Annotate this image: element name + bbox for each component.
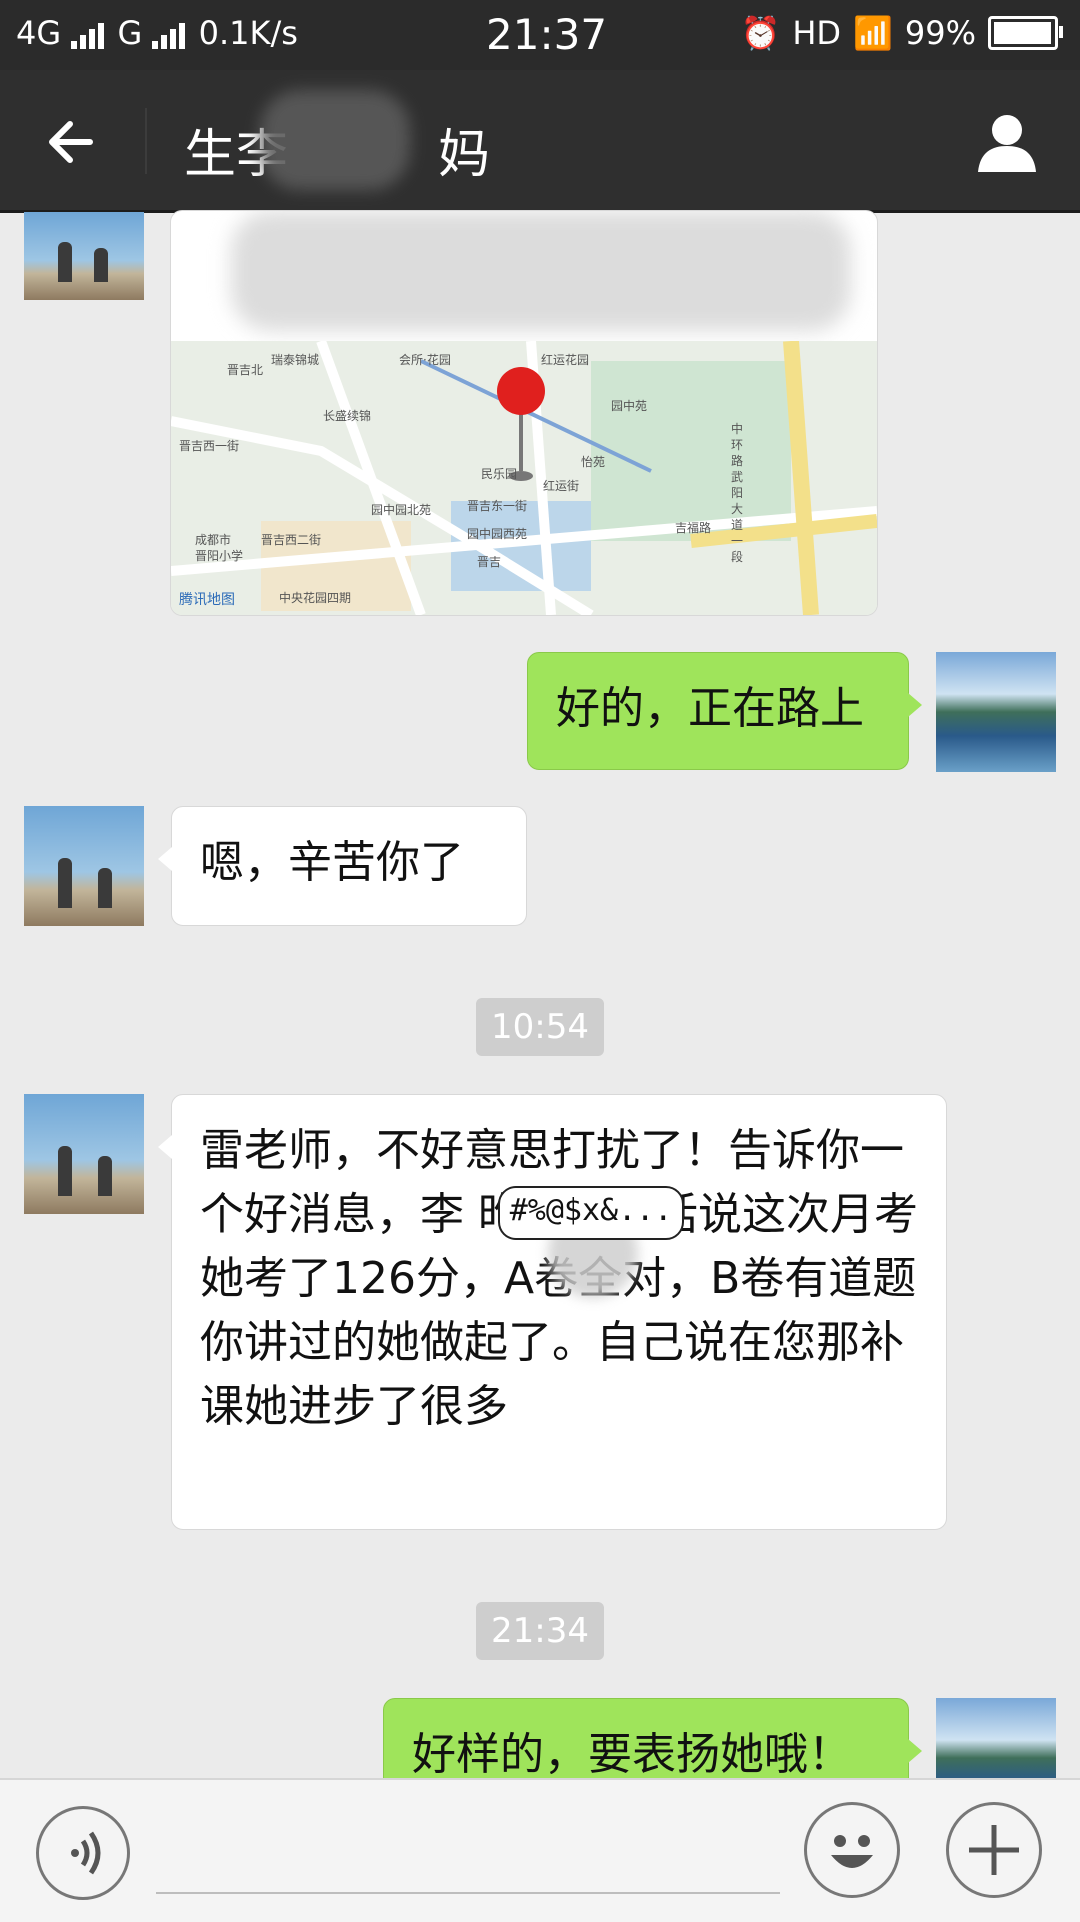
alarm-icon: ⏰: [740, 14, 781, 52]
map-label: 晋吉: [477, 555, 502, 569]
map-label: 吉福路: [675, 521, 712, 535]
map-label: 晋吉西一街: [179, 439, 240, 453]
map-label: 中央花园四期: [279, 591, 352, 605]
location-card[interactable]: 瑞泰锦城 会所·花园 红运花园 园中苑 长盛续锦 晋吉西一街 民乐园 怡苑 园中…: [170, 210, 878, 616]
status-icons: ⏰ HD 📶 99%: [740, 14, 1063, 52]
map-label: 怡苑: [581, 455, 606, 469]
voice-icon[interactable]: [36, 1806, 130, 1900]
status-bar: 4G G 0.1K/s 21:37 ⏰ HD 📶 99%: [0, 0, 1080, 70]
map-label: 会所·花园: [399, 353, 451, 367]
message-bubble-in[interactable]: 嗯，辛苦你了: [158, 806, 527, 926]
battery-icon: [988, 16, 1063, 50]
map-roads: [171, 341, 877, 615]
map-label: 红运街: [543, 479, 580, 493]
hd-label: HD: [792, 14, 842, 52]
battery-percent: 99%: [904, 14, 976, 52]
network-type-2: G: [117, 14, 143, 52]
map-label: 中环路武阳大道一段: [731, 422, 744, 564]
redaction-blur: [260, 90, 410, 190]
signal-icon-2: [152, 21, 188, 49]
avatar[interactable]: [24, 806, 144, 926]
my-avatar[interactable]: [936, 652, 1056, 772]
redaction-blur: [231, 211, 851, 331]
map-label: 晋吉东一街: [467, 499, 528, 513]
emoji-icon[interactable]: [804, 1802, 900, 1898]
redaction-scribble: #%@$x&...: [498, 1186, 684, 1240]
wifi-icon: 📶: [853, 14, 893, 52]
avatar[interactable]: [24, 1094, 144, 1214]
chat-title-suffix: 妈: [438, 125, 491, 185]
signal-icon: [71, 21, 107, 49]
map-label: 晋阳小学: [195, 549, 244, 563]
timestamp: 10:54: [476, 998, 604, 1056]
person-icon[interactable]: [972, 106, 1042, 176]
message-input[interactable]: [156, 1892, 780, 1894]
map-label: 晋吉北: [227, 363, 264, 377]
map-label: 园中苑: [611, 399, 648, 413]
message-bubble-out[interactable]: 好的，正在路上: [527, 652, 922, 770]
map-label: 红运花园: [541, 353, 590, 367]
map-credit: 腾讯地图: [179, 592, 235, 608]
network-type: 4G: [16, 14, 62, 52]
clock: 21:37: [486, 10, 608, 59]
timestamp: 21:34: [476, 1602, 604, 1660]
map-label: 晋吉西二街: [261, 533, 322, 547]
map-label: 长盛续锦: [323, 409, 372, 423]
message-bubble-in[interactable]: 雷老师，不好意思打扰了！告诉你一个好消息，李 昨天打电话说这次月考她考了126分…: [158, 1094, 947, 1530]
map-label: 民乐园: [481, 467, 518, 481]
arrow-left-icon[interactable]: [42, 112, 102, 172]
network-speed: 0.1K/s: [198, 14, 298, 52]
plus-icon[interactable]: [946, 1802, 1042, 1898]
input-bar: [0, 1778, 1080, 1922]
map-label: 园中园西苑: [467, 527, 528, 541]
map-label: 瑞泰锦城: [271, 353, 320, 367]
map-thumbnail: 瑞泰锦城 会所·花园 红运花园 园中苑 长盛续锦 晋吉西一街 民乐园 怡苑 园中…: [171, 341, 877, 615]
map-label: 成都市: [195, 533, 232, 547]
avatar[interactable]: [24, 212, 144, 300]
map-label: 园中园北苑: [371, 503, 432, 517]
chat-header: 生李妈: [0, 70, 1080, 213]
header-divider: [145, 108, 147, 174]
network-status: 4G G 0.1K/s: [16, 14, 298, 52]
